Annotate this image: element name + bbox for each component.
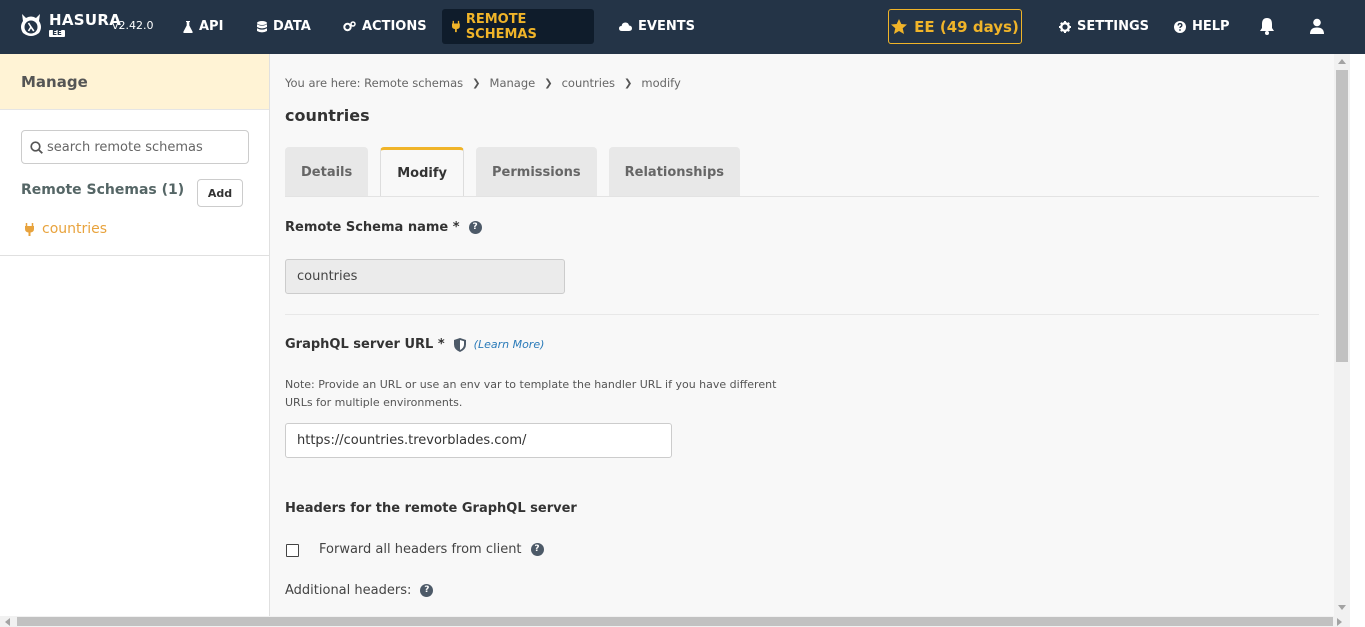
breadcrumb: You are here: Remote schemas ❯ Manage ❯ … bbox=[285, 76, 681, 90]
main-content: You are here: Remote schemas ❯ Manage ❯ … bbox=[270, 54, 1334, 616]
question-circle-icon[interactable]: ? bbox=[530, 543, 544, 556]
bell-icon[interactable] bbox=[1259, 17, 1275, 35]
sidebar-header: Manage bbox=[0, 54, 269, 110]
search-box[interactable] bbox=[21, 130, 249, 164]
forward-headers-checkbox[interactable] bbox=[286, 544, 299, 557]
tab-bar: Details Modify Permissions Relationships bbox=[285, 147, 752, 197]
horizontal-scrollbar[interactable] bbox=[0, 616, 1350, 627]
scroll-down-arrow-icon[interactable] bbox=[1338, 605, 1346, 610]
shield-icon[interactable] bbox=[453, 337, 466, 352]
vertical-scrollbar[interactable] bbox=[1334, 54, 1350, 616]
nav-data-label: DATA bbox=[273, 19, 311, 34]
page-title: countries bbox=[285, 106, 370, 125]
url-note: Note: Provide an URL or use an env var t… bbox=[285, 378, 777, 409]
window-gutter bbox=[1350, 54, 1365, 627]
version-label: v2.42.0 bbox=[112, 19, 154, 32]
chevron-right-icon: ❯ bbox=[544, 77, 553, 89]
question-circle-icon[interactable]: ? bbox=[468, 221, 482, 234]
scroll-right-arrow-icon[interactable] bbox=[1337, 618, 1342, 626]
tab-modify[interactable]: Modify bbox=[380, 147, 465, 197]
cogs-icon bbox=[343, 21, 356, 32]
hasura-logo[interactable]: HASURA EE bbox=[17, 11, 121, 39]
add-remote-schema-button[interactable]: Add bbox=[197, 179, 243, 207]
scroll-up-arrow-icon[interactable] bbox=[1338, 59, 1346, 64]
search-input[interactable] bbox=[47, 139, 237, 155]
forward-headers-label-row: Forward all headers from client ? bbox=[319, 542, 544, 557]
nav-settings-label: SETTINGS bbox=[1077, 19, 1150, 34]
plug-icon bbox=[25, 222, 34, 236]
graphql-url-label-row: GraphQL server URL * (Learn More) bbox=[285, 337, 544, 352]
graphql-url-label: GraphQL server URL * bbox=[285, 337, 445, 352]
sidebar: Manage Remote Schemas (1) Add countries bbox=[0, 54, 270, 616]
nav-remote-schemas-label: REMOTE SCHEMAS bbox=[465, 11, 537, 42]
question-circle-icon[interactable]: ? bbox=[420, 584, 434, 597]
headers-title: Headers for the remote GraphQL server bbox=[285, 501, 577, 516]
section-divider bbox=[285, 314, 1319, 315]
breadcrumb-item-remote-schemas[interactable]: You are here: Remote schemas bbox=[285, 76, 463, 90]
search-icon bbox=[30, 140, 43, 154]
schema-name-label-row: Remote Schema name * ? bbox=[285, 220, 482, 235]
remote-schemas-title: Remote Schemas (1) bbox=[21, 182, 185, 198]
ee-trial-label: EE (49 days) bbox=[914, 17, 1019, 36]
vertical-scroll-thumb[interactable] bbox=[1336, 70, 1348, 362]
nav-remote-schemas[interactable]: REMOTE SCHEMAS bbox=[442, 9, 594, 44]
question-circle-icon bbox=[1174, 20, 1186, 33]
hasura-logo-icon bbox=[21, 14, 41, 36]
tab-permissions[interactable]: Permissions bbox=[476, 147, 597, 197]
nav-actions[interactable]: ACTIONS bbox=[333, 9, 437, 44]
nav-events-label: EVENTS bbox=[638, 19, 695, 34]
database-icon bbox=[257, 20, 267, 32]
plug-icon bbox=[452, 20, 460, 33]
tab-relationships[interactable]: Relationships bbox=[608, 147, 741, 197]
cloud-icon bbox=[619, 22, 632, 31]
nav-settings[interactable]: SETTINGS bbox=[1049, 9, 1159, 44]
logo-ee-badge: EE bbox=[49, 30, 65, 37]
schema-name-label: Remote Schema name * bbox=[285, 220, 460, 235]
breadcrumb-item-countries[interactable]: countries bbox=[562, 76, 615, 90]
chevron-right-icon: ❯ bbox=[624, 77, 633, 89]
nav-api[interactable]: API bbox=[173, 9, 233, 44]
sidebar-item-label: countries bbox=[42, 221, 108, 237]
star-icon bbox=[891, 19, 908, 34]
chevron-right-icon: ❯ bbox=[472, 77, 481, 89]
nav-data[interactable]: DATA bbox=[247, 9, 321, 44]
ee-trial-button[interactable]: EE (49 days) bbox=[888, 9, 1022, 44]
nav-events[interactable]: EVENTS bbox=[609, 9, 705, 44]
graphql-url-field[interactable]: https://countries.trevorblades.com/ bbox=[285, 423, 672, 458]
flask-icon bbox=[183, 20, 193, 33]
scroll-left-arrow-icon[interactable] bbox=[5, 618, 10, 626]
breadcrumb-item-modify: modify bbox=[641, 76, 681, 90]
logo-name: HASURA bbox=[49, 11, 122, 29]
sidebar-divider bbox=[0, 255, 270, 256]
gear-icon bbox=[1059, 20, 1071, 33]
tab-details[interactable]: Details bbox=[285, 147, 369, 197]
horizontal-scroll-thumb[interactable] bbox=[17, 617, 1333, 626]
nav-actions-label: ACTIONS bbox=[362, 19, 427, 34]
nav-help[interactable]: HELP bbox=[1164, 9, 1240, 44]
learn-more-link[interactable]: (Learn More) bbox=[474, 338, 545, 351]
forward-headers-label: Forward all headers from client bbox=[319, 542, 522, 557]
tabs-divider bbox=[285, 196, 1319, 197]
nav-help-label: HELP bbox=[1192, 19, 1230, 34]
breadcrumb-item-manage[interactable]: Manage bbox=[490, 76, 536, 90]
user-icon[interactable] bbox=[1310, 18, 1324, 34]
sidebar-item-countries[interactable]: countries bbox=[25, 221, 107, 237]
additional-headers-label: Additional headers: bbox=[285, 583, 412, 598]
schema-name-field[interactable]: countries bbox=[285, 259, 565, 294]
top-navbar: HASURA EE v2.42.0 API DATA ACTIONS REMOT… bbox=[0, 0, 1365, 54]
nav-api-label: API bbox=[199, 19, 224, 34]
additional-headers-label-row: Additional headers: ? bbox=[285, 583, 434, 598]
